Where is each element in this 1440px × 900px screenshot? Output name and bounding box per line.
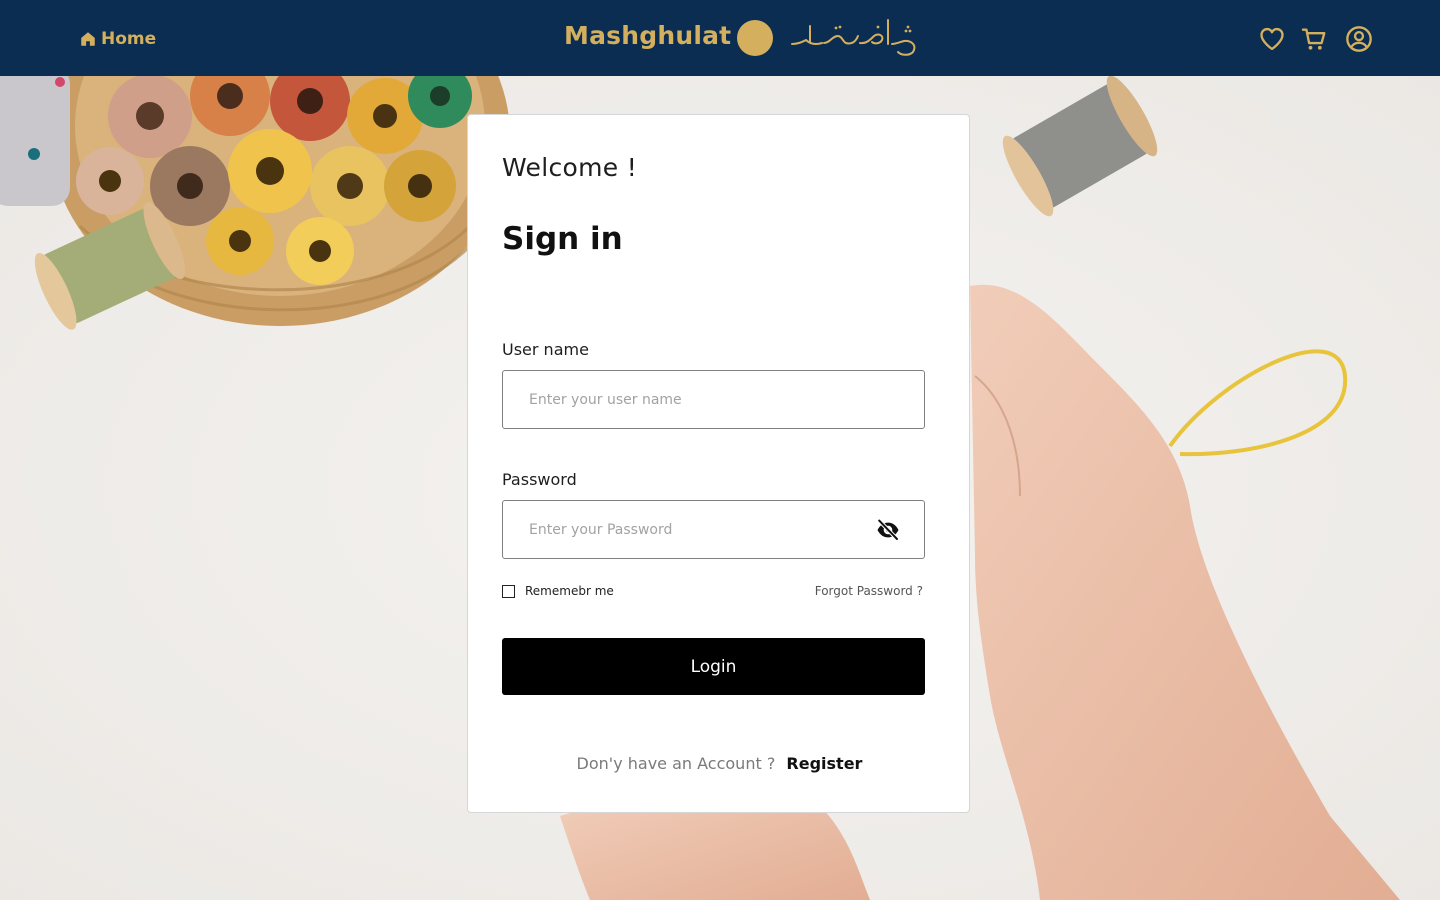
register-prompt: Don'y have an Account ? Register (468, 754, 971, 773)
page-title: Sign in (502, 221, 623, 257)
brand-logo-dot (737, 20, 773, 56)
home-label: Home (101, 29, 157, 49)
forgot-password-link[interactable]: Forgot Password ? (815, 584, 923, 598)
remember-me-checkbox[interactable]: Rememebr me (502, 584, 614, 598)
checkbox-box[interactable] (502, 584, 515, 598)
no-account-text: Don'y have an Account ? (576, 754, 776, 773)
password-label: Password (502, 470, 577, 489)
home-icon (79, 30, 97, 48)
username-input[interactable] (503, 371, 924, 428)
login-card: Welcome ! Sign in User name Password Rem… (467, 114, 970, 813)
brand-logo-text: Mashghulat (564, 21, 732, 50)
username-field-box (502, 370, 925, 429)
welcome-text: Welcome ! (502, 153, 638, 182)
username-label: User name (502, 340, 589, 359)
register-link[interactable]: Register (786, 754, 862, 773)
login-button[interactable]: Login (502, 638, 925, 695)
password-input[interactable] (503, 501, 924, 558)
remember-me-label: Rememebr me (525, 584, 614, 598)
top-navbar: Home Mashghulat (0, 0, 1440, 76)
home-link[interactable]: Home (79, 27, 156, 51)
password-field-box (502, 500, 925, 559)
cart-icon[interactable] (1299, 24, 1329, 54)
user-circle-icon[interactable] (1344, 24, 1374, 54)
brand-logo-arabic (788, 14, 920, 60)
eye-off-icon[interactable] (876, 518, 900, 542)
heart-icon[interactable] (1257, 24, 1287, 54)
